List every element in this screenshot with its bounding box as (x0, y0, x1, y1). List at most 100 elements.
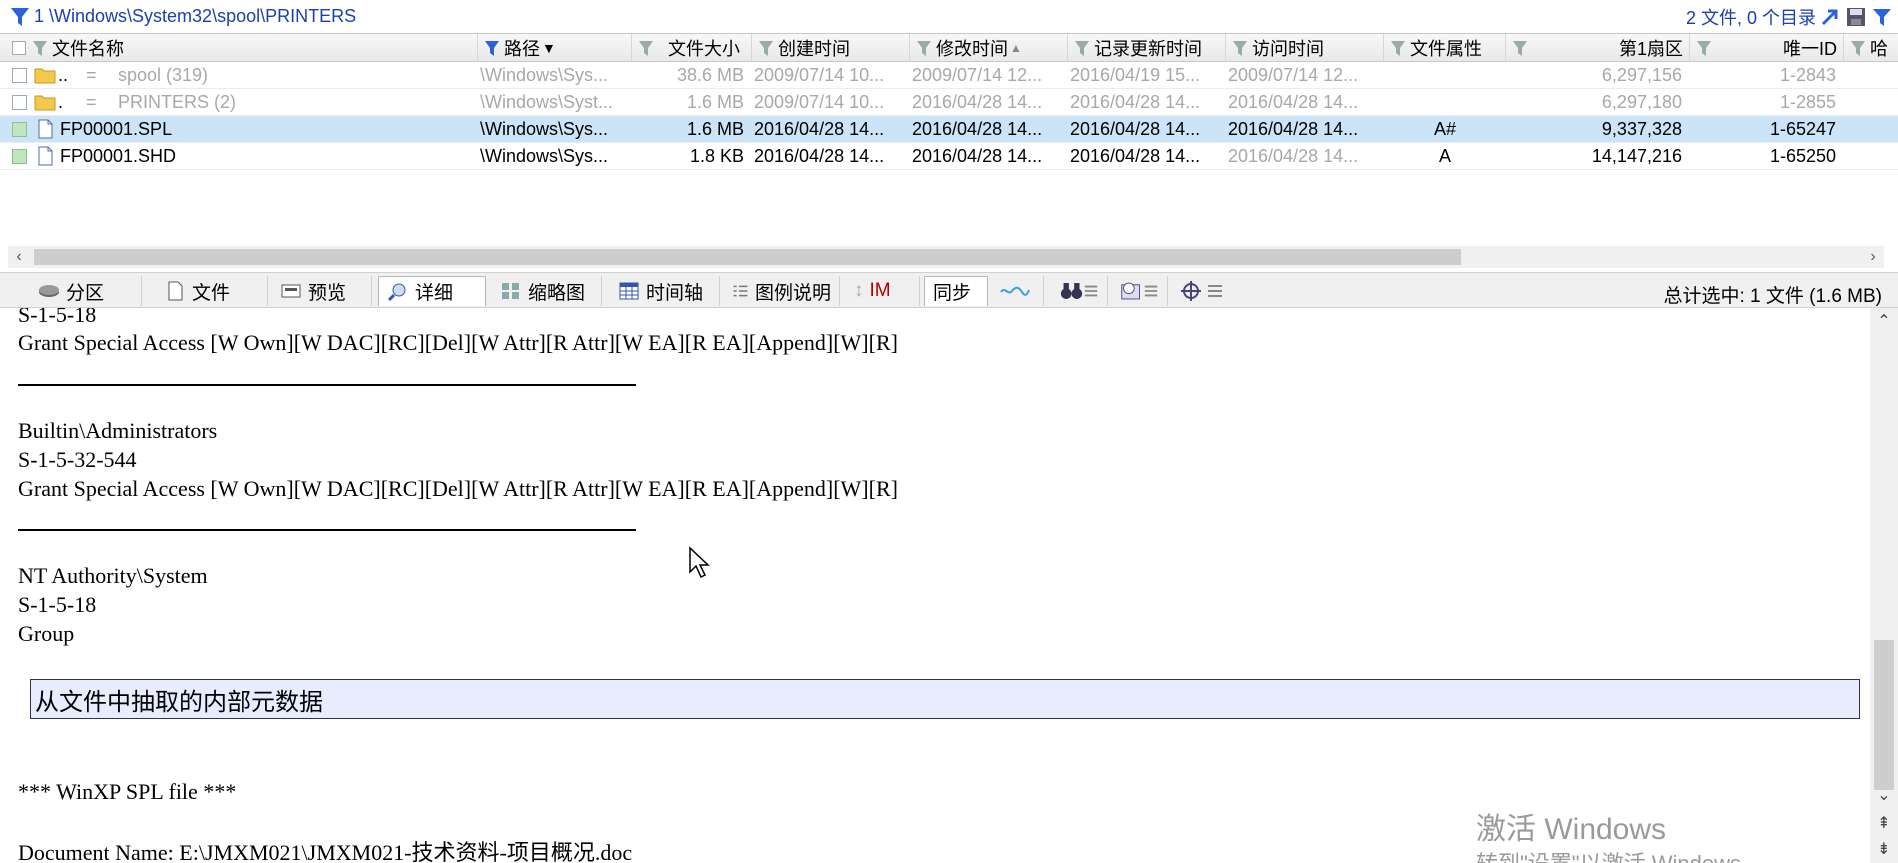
filter-icon[interactable] (1390, 38, 1406, 58)
row-size: 1.6 MB (686, 92, 744, 112)
tab-thumbnails[interactable]: 缩略图 (492, 276, 602, 306)
current-path[interactable]: 1 \Windows\System32\spool\PRINTERS (34, 6, 356, 27)
tab-im[interactable]: ↕ IM (846, 276, 920, 306)
column-path-label: 路径 (504, 39, 540, 59)
column-accessed-label: 访问时间 (1252, 39, 1324, 59)
filter-icon[interactable] (32, 38, 48, 58)
scroll-down-icon[interactable]: ⌄ (1870, 784, 1898, 806)
tab-details-label: 详细 (415, 283, 454, 304)
row-modified: 2016/04/28 14... (912, 119, 1043, 139)
tab-file[interactable]: 文件 (156, 276, 268, 306)
column-created[interactable]: 创建时间 (752, 34, 910, 62)
detail-line: Document Name: E:\JMXM021\JMXM021-技术资料-项… (18, 840, 633, 863)
table-row[interactable]: .. = spool (319) \Windows\Sys... 38.6 MB… (0, 62, 1898, 89)
column-unique-id[interactable]: 唯一ID (1690, 34, 1844, 62)
row-checkbox[interactable] (12, 149, 27, 164)
column-name-label: 文件名称 (52, 39, 124, 59)
row-checkbox[interactable] (12, 122, 27, 137)
page-up-icon[interactable]: ⇞ (1870, 812, 1898, 834)
tab-partition[interactable]: 分区 (30, 276, 142, 306)
scroll-thumb[interactable] (1874, 640, 1894, 790)
tab-legend-label: 图例说明 (754, 282, 831, 304)
file-icon (168, 281, 183, 301)
tab-sync[interactable]: 同步 (924, 276, 988, 306)
scroll-thumb[interactable] (34, 249, 1461, 265)
horizontal-scrollbar[interactable]: ‹ › (8, 246, 1884, 268)
row-created: 2016/04/28 14... (754, 119, 885, 139)
save-icon[interactable] (1844, 5, 1868, 29)
column-size[interactable]: 文件大小 (632, 34, 752, 62)
metadata-section-header: 从文件中抽取的内部元数据 (30, 679, 1860, 719)
filter-toggle-icon[interactable] (1870, 5, 1894, 29)
select-all-checkbox[interactable] (12, 41, 26, 55)
row-attributes: A (1438, 146, 1451, 166)
separator (18, 529, 636, 531)
detail-line: *** WinXP SPL file *** (18, 779, 237, 804)
column-record-changed-label: 记录更新时间 (1094, 39, 1202, 59)
detail-line: S-1-5-18 (18, 592, 97, 617)
row-path: \Windows\Sys... (480, 65, 609, 85)
column-accessed[interactable]: 访问时间 (1226, 34, 1384, 62)
path-bar: 1 \Windows\System32\spool\PRINTERS 2 文件,… (0, 0, 1898, 34)
row-path: \Windows\Sys... (480, 119, 609, 139)
tab-preview-label: 预览 (308, 282, 347, 304)
row-created: 2009/07/14 10... (754, 92, 885, 112)
tab-timeline-label: 时间轴 (646, 282, 704, 304)
row-accessed: 2016/04/28 14... (1228, 119, 1359, 139)
mouse-cursor-icon (689, 546, 710, 579)
sort-desc-icon: ▼ (542, 40, 556, 56)
row-checkbox[interactable] (12, 68, 27, 83)
scroll-up-icon[interactable]: ⌃ (1870, 310, 1898, 332)
report-table-icon (1121, 282, 1158, 300)
tab-preview[interactable]: 预览 (272, 276, 372, 306)
filter-icon[interactable] (916, 38, 932, 58)
filter-icon[interactable] (1232, 38, 1248, 58)
waveform-button[interactable] (992, 276, 1044, 306)
column-first-sector[interactable]: 第1扇区 (1506, 34, 1690, 62)
filter-icon[interactable] (1512, 38, 1528, 58)
file-list: .. = spool (319) \Windows\Sys... 38.6 MB… (0, 62, 1898, 242)
tab-sync-label: 同步 (933, 283, 972, 304)
magnifier-icon (387, 283, 406, 301)
table-row-selected[interactable]: FP00001.SPL \Windows\Sys... 1.6 MB 2016/… (0, 116, 1898, 143)
navigate-icon[interactable] (1818, 5, 1842, 29)
calendar-icon (619, 282, 639, 300)
page-down-icon[interactable]: ⇟ (1870, 838, 1898, 860)
filter-icon[interactable] (758, 38, 774, 58)
table-row[interactable]: FP00001.SHD \Windows\Sys... 1.8 KB 2016/… (0, 143, 1898, 170)
locate-button[interactable] (1172, 276, 1232, 306)
filter-icon[interactable] (1074, 38, 1090, 58)
filter-active-icon[interactable] (484, 38, 500, 58)
detail-pane: S-1-5-18 Grant Special Access [W Own][W … (0, 308, 1870, 863)
column-name[interactable]: 文件名称 (0, 34, 478, 62)
row-unique-id: 1-2855 (1779, 92, 1836, 112)
row-accessed: 2009/07/14 12... (1228, 65, 1359, 85)
filter-icon[interactable] (1850, 38, 1866, 58)
row-checkbox[interactable] (12, 95, 27, 110)
column-header: 文件名称 路径 ▼ 文件大小 创建时间 修改时间 ▲ 记录更新时间 访问时间 文… (0, 34, 1898, 62)
column-attributes[interactable]: 文件属性 (1384, 34, 1506, 62)
column-modified[interactable]: 修改时间 ▲ (910, 34, 1068, 62)
column-path[interactable]: 路径 ▼ (478, 34, 632, 62)
tab-details[interactable]: 详细 (378, 276, 486, 306)
column-hash[interactable]: 哈 (1844, 34, 1898, 62)
preview-icon (281, 284, 301, 298)
row-record-changed: 2016/04/28 14... (1070, 146, 1201, 166)
report-button[interactable] (1112, 276, 1168, 306)
scroll-left-icon[interactable]: ‹ (8, 246, 30, 268)
tab-legend[interactable]: 图例说明 (724, 276, 840, 306)
column-record-changed[interactable]: 记录更新时间 (1068, 34, 1226, 62)
filter-icon[interactable] (1696, 38, 1712, 58)
row-attributes (1384, 89, 1506, 116)
search-button[interactable] (1052, 276, 1108, 306)
filter-icon[interactable] (10, 6, 30, 28)
thumbnails-icon (502, 283, 519, 299)
scroll-right-icon[interactable]: › (1862, 246, 1884, 268)
table-row[interactable]: . = PRINTERS (2) \Windows\Syst... 1.6 MB… (0, 89, 1898, 116)
tab-file-label: 文件 (192, 282, 231, 304)
filter-icon[interactable] (638, 38, 654, 58)
row-created: 2016/04/28 14... (754, 146, 885, 166)
tab-timeline[interactable]: 时间轴 (610, 276, 720, 306)
activation-watermark-subtitle: 转到"设置"以激活 Windows。 (1476, 846, 1763, 863)
vertical-scrollbar[interactable]: ⌃ ⌄ ⇞ ⇟ (1870, 308, 1898, 863)
